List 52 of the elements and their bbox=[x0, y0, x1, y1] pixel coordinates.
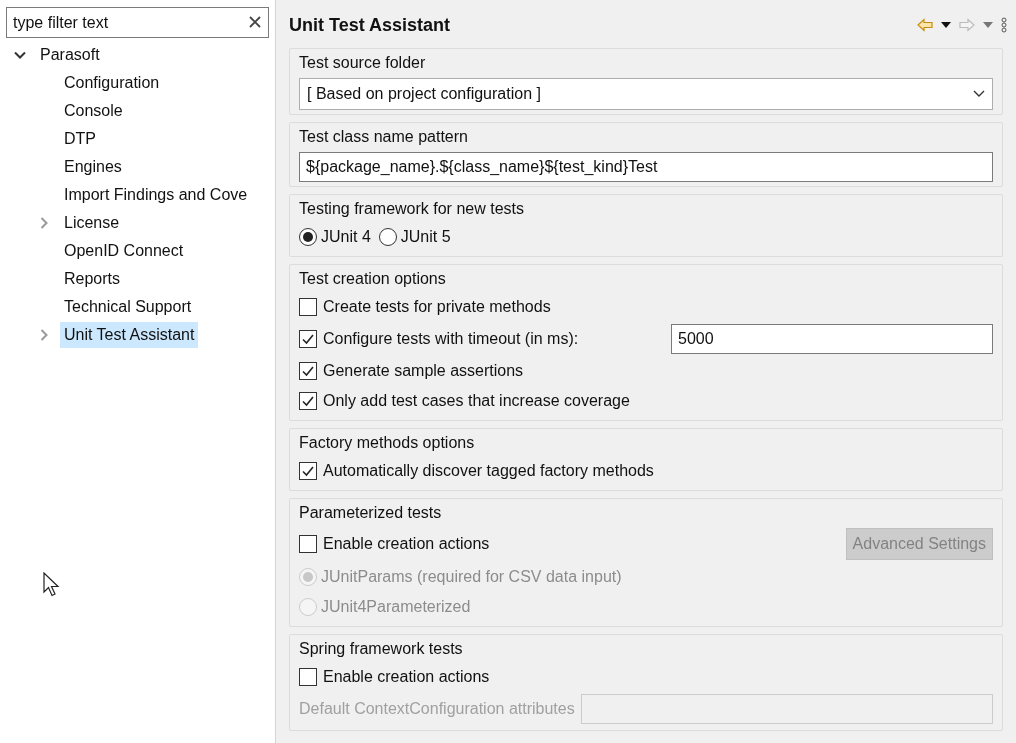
radio-label[interactable]: JUnit 5 bbox=[400, 225, 451, 249]
tree-item[interactable]: Reports bbox=[60, 266, 125, 292]
chevron-down-icon[interactable] bbox=[14, 49, 26, 61]
close-icon[interactable] bbox=[249, 16, 261, 28]
tree-item[interactable]: Unit Test Assistant bbox=[60, 322, 199, 348]
checkbox[interactable] bbox=[299, 298, 317, 316]
checkbox-label[interactable]: Only add test cases that increase coverage bbox=[323, 389, 630, 413]
tree-item[interactable]: License bbox=[60, 210, 124, 236]
tree-item[interactable]: DTP bbox=[60, 126, 100, 152]
checkbox-label[interactable]: Configure tests with timeout (in ms): bbox=[323, 327, 579, 351]
checkbox[interactable] bbox=[299, 668, 317, 686]
mouse-cursor-icon bbox=[43, 572, 61, 598]
radio-button[interactable] bbox=[378, 228, 397, 246]
group-title: Factory methods options bbox=[299, 433, 476, 453]
input-field[interactable]: ${package_name}.${class_name}${test_kind}Test bbox=[299, 152, 993, 182]
checkbox-label[interactable]: Automatically discover tagged factory methods bbox=[323, 459, 654, 483]
group-title: Test creation options bbox=[299, 269, 447, 289]
checkbox[interactable] bbox=[299, 362, 317, 380]
tree-item[interactable]: Import Findings and Cove bbox=[60, 182, 252, 208]
radio-button[interactable] bbox=[299, 228, 317, 246]
field-label: Default ContextConfiguration attributes bbox=[299, 699, 575, 719]
checkbox[interactable] bbox=[299, 462, 317, 480]
group-title: Spring framework tests bbox=[299, 639, 464, 659]
back-arrow-icon[interactable] bbox=[917, 18, 933, 32]
chevron-right-icon[interactable] bbox=[38, 329, 50, 341]
dropdown[interactable]: [ Based on project configuration ] bbox=[299, 78, 993, 110]
input-field[interactable]: 5000 bbox=[671, 324, 993, 354]
group-title: Testing framework for new tests bbox=[299, 199, 525, 219]
tree-item[interactable]: Technical Support bbox=[60, 294, 196, 320]
checkbox[interactable] bbox=[299, 535, 317, 553]
page-title: Unit Test Assistant bbox=[289, 13, 451, 37]
checkbox-label[interactable]: Generate sample assertions bbox=[323, 359, 524, 383]
checkbox[interactable] bbox=[299, 330, 317, 348]
filter-field[interactable]: type filter text bbox=[6, 7, 269, 38]
group-title: Parameterized tests bbox=[299, 503, 443, 523]
tree-item[interactable]: Console bbox=[60, 98, 127, 124]
checkbox-label[interactable]: Enable creation actions bbox=[323, 532, 490, 556]
radio-label[interactable]: JUnit 4 bbox=[321, 225, 371, 249]
tree-item[interactable]: OpenID Connect bbox=[60, 238, 188, 264]
group-title: Test source folder bbox=[299, 53, 427, 73]
tree-item[interactable]: Configuration bbox=[60, 70, 164, 96]
chevron-down-icon bbox=[973, 90, 985, 98]
dropdown-triangle-icon[interactable] bbox=[941, 22, 951, 28]
more-options-icon[interactable] bbox=[1001, 17, 1007, 33]
tree-item[interactable]: Engines bbox=[60, 154, 126, 180]
checkbox-label[interactable]: Enable creation actions bbox=[323, 665, 490, 689]
checkbox[interactable] bbox=[299, 392, 317, 410]
tree-item[interactable]: Parasoft bbox=[36, 42, 104, 68]
chevron-right-icon[interactable] bbox=[38, 217, 50, 229]
group-title: Test class name pattern bbox=[299, 127, 469, 147]
checkbox-label[interactable]: Create tests for private methods bbox=[323, 295, 551, 319]
input-field[interactable] bbox=[580, 694, 993, 724]
